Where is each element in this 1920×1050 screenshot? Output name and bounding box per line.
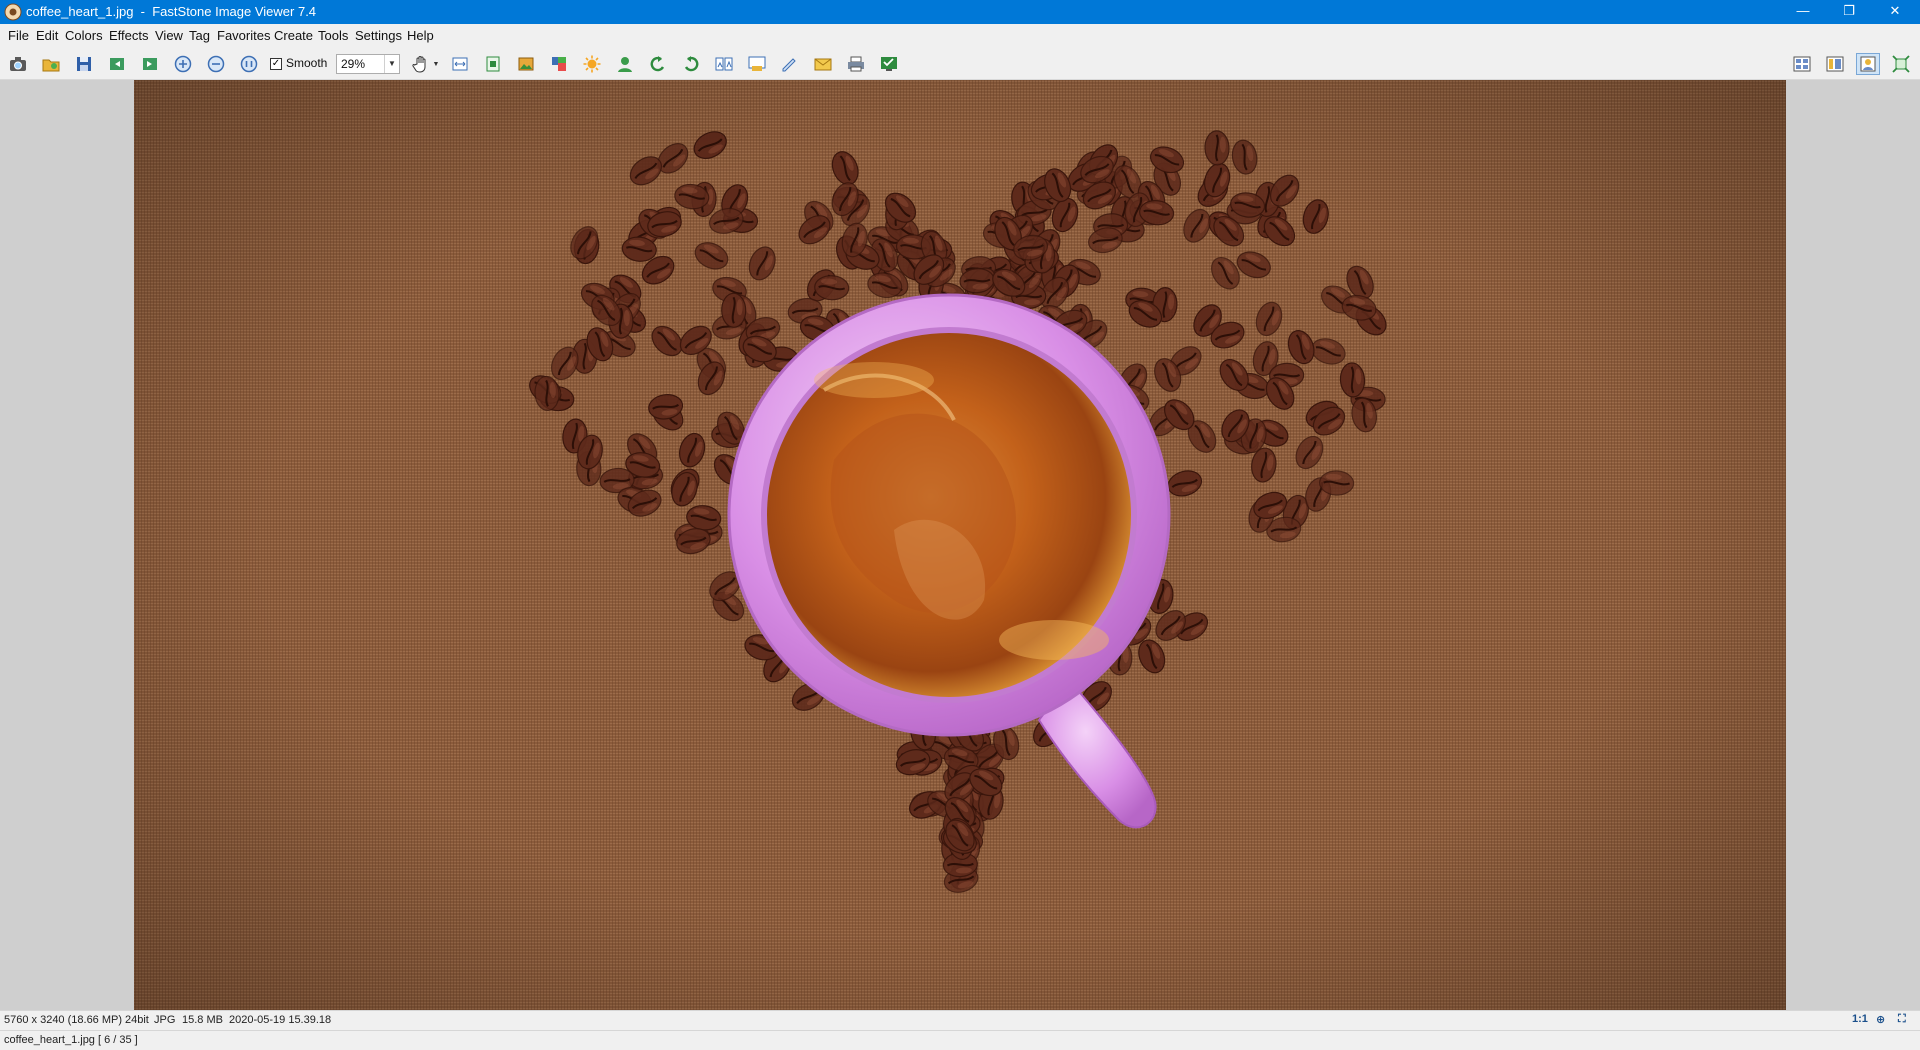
title-bar: coffee_heart_1.jpg - FastStone Image Vie… — [0, 0, 1920, 24]
menu-bar: File Edit Colors Effects View Tag Favori… — [0, 24, 1920, 47]
email-icon — [814, 58, 832, 71]
status-dimensions: 5760 x 3240 (18.66 MP) — [4, 1014, 123, 1026]
minimize-button[interactable]: — — [1780, 0, 1826, 24]
smooth-label: Smooth — [286, 56, 328, 70]
zoom-in-button[interactable] — [171, 53, 195, 75]
next-image-button[interactable] — [138, 53, 162, 75]
fullscreen-button[interactable] — [1889, 53, 1913, 75]
chevron-down-icon[interactable]: ▼ — [433, 61, 440, 68]
file-position: coffee_heart_1.jpg [ 6 / 35 ] — [4, 1034, 138, 1046]
rotate-right-button[interactable] — [679, 53, 703, 75]
menu-settings[interactable]: Settings — [355, 24, 402, 47]
layout-thumbnails-icon — [1793, 56, 1811, 72]
previous-icon — [110, 58, 124, 70]
menu-tools[interactable]: Tools — [318, 24, 348, 47]
brightness-icon — [583, 55, 601, 73]
full-view-icon[interactable]: ⛶ — [1898, 1013, 1906, 1026]
compare-icon — [715, 57, 733, 71]
vignette-overlay — [134, 80, 1786, 1010]
photo-canvas — [134, 80, 1786, 1010]
file-info-bar: coffee_heart_1.jpg [ 6 / 35 ] — [0, 1030, 1920, 1050]
zoom-in-icon — [174, 55, 192, 73]
layout-viewer-button[interactable] — [1856, 53, 1880, 75]
smooth-checkbox[interactable]: ✓ — [270, 58, 282, 70]
draw-icon — [782, 58, 796, 72]
layout-thumbnails-button[interactable] — [1790, 53, 1814, 75]
previous-image-button[interactable] — [105, 53, 129, 75]
menu-edit[interactable]: Edit — [36, 24, 58, 47]
status-bar: 5760 x 3240 (18.66 MP) 24bit JPG 15.8 MB… — [0, 1010, 1920, 1030]
wallpaper-button[interactable] — [877, 53, 901, 75]
slideshow-icon — [748, 56, 766, 71]
status-date: 2020-05-19 15.39.18 — [229, 1014, 332, 1026]
restore-button[interactable]: ❐ — [1826, 0, 1872, 24]
zoom-out-button[interactable] — [204, 53, 228, 75]
resize-icon — [452, 57, 468, 71]
menu-tag[interactable]: Tag — [189, 24, 210, 47]
open-folder-button[interactable] — [39, 53, 63, 75]
draw-button[interactable] — [778, 53, 802, 75]
menu-help[interactable]: Help — [407, 24, 434, 47]
camera-open-button[interactable] — [6, 53, 30, 75]
crop-button[interactable] — [481, 53, 505, 75]
menu-favorites[interactable]: Favorites — [217, 24, 270, 47]
toolbar: ✓ Smooth 29% ▼ ▼ — [0, 47, 1920, 80]
fullscreen-icon — [1892, 55, 1910, 73]
camera-open-icon — [10, 57, 26, 71]
photo-coffee-heart[interactable] — [134, 80, 1786, 1010]
menu-create[interactable]: Create — [274, 24, 313, 47]
menu-view[interactable]: View — [155, 24, 183, 47]
layout-viewer-icon — [1860, 56, 1876, 72]
status-filesize: 15.8 MB — [182, 1014, 223, 1026]
rotate-left-button[interactable] — [646, 53, 670, 75]
actual-size-ratio-button[interactable]: 1:1 — [1852, 1013, 1868, 1025]
compare-button[interactable] — [712, 53, 736, 75]
rotate-right-icon — [684, 56, 699, 72]
close-button[interactable]: ✕ — [1872, 0, 1918, 24]
color-adjust-button[interactable] — [547, 53, 571, 75]
next-icon — [143, 58, 157, 70]
save-icon — [77, 57, 91, 71]
zoom-out-icon — [207, 55, 225, 73]
slideshow-button[interactable] — [745, 53, 769, 75]
wallpaper-icon — [881, 57, 897, 71]
hand-pan-icon — [411, 56, 426, 73]
save-button[interactable] — [72, 53, 96, 75]
open-folder-icon — [42, 59, 60, 72]
red-eye-button[interactable] — [613, 53, 637, 75]
window-title: coffee_heart_1.jpg - FastStone Image Vie… — [26, 4, 317, 19]
actual-size-button[interactable] — [237, 53, 261, 75]
canvas-button[interactable] — [514, 53, 538, 75]
faststone-app-icon[interactable] — [4, 3, 22, 21]
image-viewer-area[interactable] — [0, 80, 1920, 1010]
print-button[interactable] — [844, 53, 868, 75]
menu-colors[interactable]: Colors — [65, 24, 103, 47]
status-format: JPG — [154, 1014, 176, 1026]
resize-button[interactable] — [448, 53, 472, 75]
zoom-dropdown[interactable]: 29% ▼ — [336, 54, 400, 74]
menu-effects[interactable]: Effects — [109, 24, 149, 47]
status-bitdepth: 24bit — [125, 1014, 149, 1026]
crop-icon — [486, 56, 500, 72]
hand-pan-button[interactable]: ▼ — [408, 53, 442, 75]
brightness-button[interactable] — [580, 53, 604, 75]
menu-file[interactable]: File — [8, 24, 29, 47]
fit-window-icon[interactable]: ⊕ — [1876, 1013, 1885, 1026]
rotate-left-icon — [650, 56, 665, 72]
layout-browser-button[interactable] — [1823, 53, 1847, 75]
email-button[interactable] — [811, 53, 835, 75]
color-adjust-icon — [552, 57, 566, 71]
actual-size-icon — [240, 55, 258, 73]
canvas-icon — [518, 57, 534, 71]
chevron-down-icon[interactable]: ▼ — [384, 55, 399, 73]
zoom-value: 29% — [341, 57, 366, 71]
layout-browser-icon — [1826, 56, 1844, 72]
print-icon — [848, 56, 864, 72]
red-eye-icon — [618, 57, 632, 72]
